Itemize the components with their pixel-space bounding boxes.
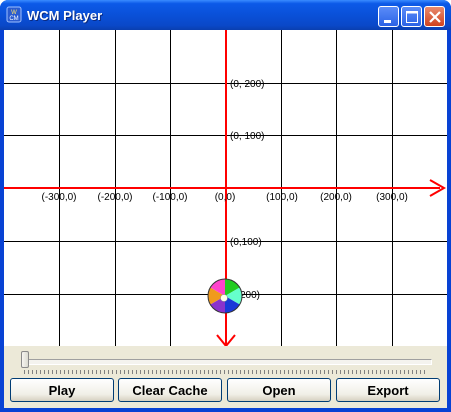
svg-text:CM: CM — [9, 16, 18, 22]
x-tick-label: (100,0) — [266, 192, 298, 203]
export-button[interactable]: Export — [336, 378, 440, 402]
x-tick-label: (300,0) — [376, 192, 408, 203]
clear-cache-button[interactable]: Clear Cache — [118, 378, 222, 402]
x-tick-label: (-300,0) — [41, 192, 76, 203]
y-tick-label: (0, 200) — [230, 79, 264, 90]
window-title: WCM Player — [27, 8, 103, 23]
playback-controls: Play Clear Cache Open Export — [4, 346, 447, 408]
minimize-button[interactable] — [378, 6, 399, 27]
title-bar[interactable]: W CM WCM Player — [0, 0, 451, 30]
x-tick-label: (-100,0) — [152, 192, 187, 203]
axis-labels: (-300,0) (-200,0) (-100,0) (0,0) (100,0)… — [41, 79, 407, 301]
maximize-button[interactable] — [401, 6, 422, 27]
y-tick-label: 200) — [240, 290, 260, 301]
y-tick-label: (0, 100) — [230, 131, 264, 142]
maximize-icon — [406, 11, 418, 23]
minimize-icon — [384, 20, 391, 23]
play-button[interactable]: Play — [10, 378, 114, 402]
open-button[interactable]: Open — [227, 378, 331, 402]
player-window: W CM WCM Player (-300,0) (-200,0) (-100,… — [0, 0, 451, 412]
x-tick-label: (200,0) — [320, 192, 352, 203]
close-button[interactable] — [424, 6, 445, 27]
y-tick-label: (0,100) — [230, 237, 262, 248]
coordinate-canvas[interactable]: (-300,0) (-200,0) (-100,0) (0,0) (100,0)… — [4, 30, 447, 346]
wcm-app-icon: W CM — [6, 6, 22, 23]
timeline-slider[interactable] — [22, 359, 432, 365]
timeline-ticks — [24, 370, 428, 374]
x-tick-label: (-200,0) — [97, 192, 132, 203]
x-tick-label: (0,0) — [215, 192, 236, 203]
timeline-slider-thumb[interactable] — [21, 351, 29, 368]
close-icon — [429, 11, 441, 23]
beach-ball-icon[interactable] — [207, 278, 243, 314]
